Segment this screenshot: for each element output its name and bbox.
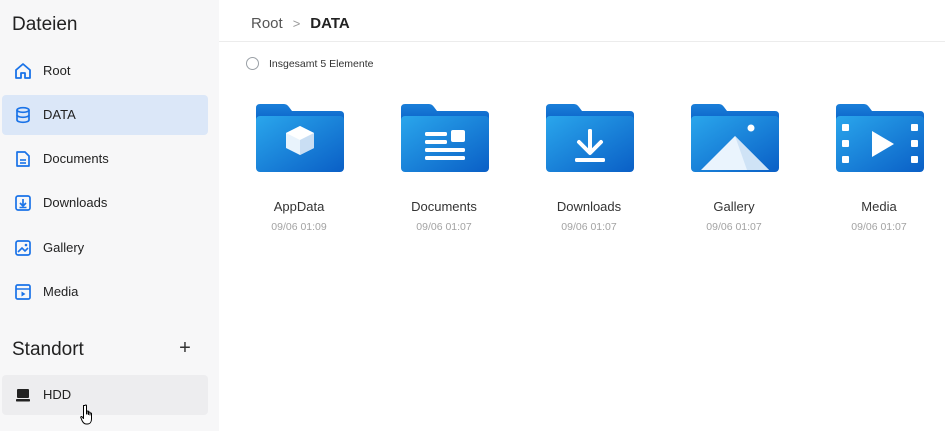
select-all-radio[interactable] — [246, 57, 259, 70]
image-icon — [15, 240, 31, 256]
breadcrumb: Root > DATA — [251, 14, 350, 32]
breadcrumb-root[interactable]: Root — [251, 15, 283, 32]
files-heading: Dateien — [12, 14, 78, 35]
sidebar-item-media[interactable]: Media — [2, 272, 208, 312]
main-panel: Root > DATA Insgesamt 5 Elemente AppData… — [219, 0, 945, 431]
location-item-label: HDD — [43, 387, 72, 402]
folder-downloads[interactable]: Downloads 09/06 01:07 — [529, 98, 649, 238]
item-count: Insgesamt 5 Elemente — [269, 58, 374, 70]
sidebar-item-label: Media — [43, 284, 79, 299]
folder-date: 09/06 01:09 — [271, 221, 327, 233]
sidebar-item-gallery[interactable]: Gallery — [2, 228, 208, 268]
video-folder-icon — [836, 104, 924, 172]
document-icon — [16, 151, 30, 167]
sidebar-item-label: Gallery — [43, 240, 85, 255]
sidebar: Dateien Root DATA Documents Downloads Ga… — [0, 0, 219, 431]
breadcrumb-separator: > — [292, 15, 301, 31]
folder-media[interactable]: Media 09/06 01:07 — [819, 98, 939, 238]
breadcrumb-current: DATA — [310, 14, 350, 32]
image-folder-icon — [691, 104, 779, 172]
document-folder-icon — [401, 104, 489, 172]
folder-gallery[interactable]: Gallery 09/06 01:07 — [674, 98, 794, 238]
download-icon — [15, 195, 31, 211]
sidebar-item-label: DATA — [43, 107, 76, 122]
hand-cursor-icon — [80, 404, 92, 425]
folder-documents[interactable]: Documents 09/06 01:07 — [384, 98, 504, 238]
folder-name: Downloads — [556, 199, 622, 214]
header-divider — [219, 41, 945, 42]
folder-name: Media — [861, 199, 897, 214]
download-folder-icon — [546, 104, 634, 172]
sidebar-item-root[interactable]: Root — [2, 51, 208, 91]
folder-appdata[interactable]: AppData 09/06 01:09 — [239, 98, 359, 238]
sidebar-item-label: Root — [43, 63, 71, 78]
location-heading: Standort — [12, 339, 84, 360]
sidebar-item-downloads[interactable]: Downloads — [2, 183, 208, 223]
home-icon — [15, 63, 31, 79]
sidebar-item-data[interactable]: DATA — [2, 95, 208, 135]
folder-name: AppData — [273, 199, 325, 214]
sidebar-item-label: Documents — [43, 151, 109, 166]
folder-date: 09/06 01:07 — [706, 221, 762, 233]
hard-drive-icon — [16, 389, 30, 402]
folder-date: 09/06 01:07 — [561, 221, 617, 233]
sidebar-item-label: Downloads — [43, 195, 108, 210]
location-item-hdd[interactable]: HDD — [2, 375, 208, 415]
add-location-button[interactable]: + — [176, 336, 194, 360]
folder-date: 09/06 01:07 — [416, 221, 472, 233]
cube-folder-icon — [256, 104, 344, 172]
database-icon — [16, 106, 30, 124]
folder-name: Gallery — [713, 199, 755, 214]
folder-date: 09/06 01:07 — [851, 221, 907, 233]
folder-name: Documents — [411, 199, 477, 214]
sidebar-item-documents[interactable]: Documents — [2, 139, 208, 179]
video-icon — [15, 284, 31, 300]
